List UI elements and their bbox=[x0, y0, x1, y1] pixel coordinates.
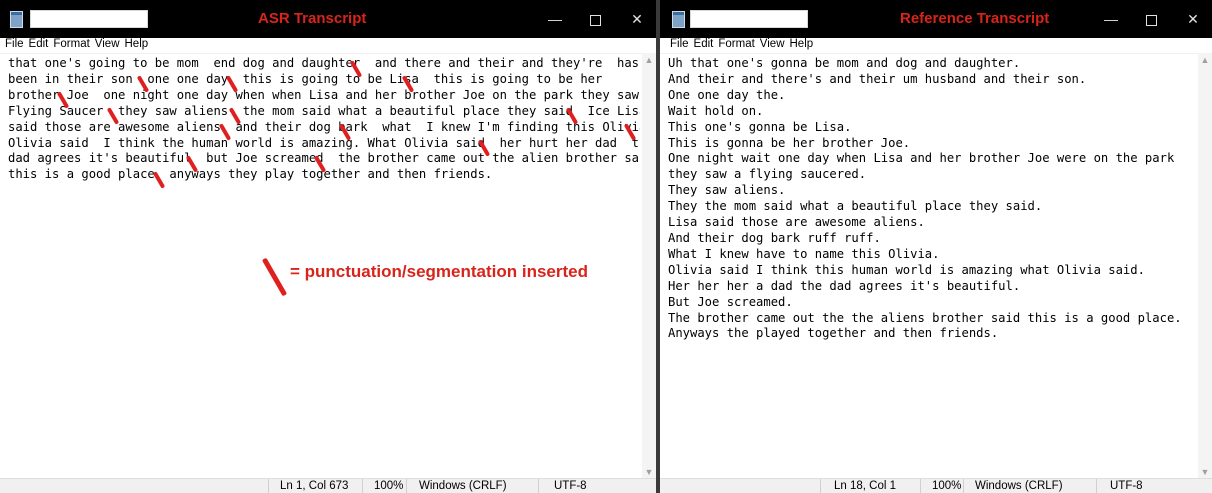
line-endings: Windows (CRLF) bbox=[419, 480, 507, 492]
menu-file[interactable]: File bbox=[670, 38, 689, 50]
text-editor[interactable]: Uh that one's gonna be mom and dog and d… bbox=[660, 53, 1198, 479]
close-icon: ✕ bbox=[631, 11, 643, 27]
notepad-icon bbox=[10, 11, 23, 28]
vertical-scrollbar[interactable]: ▲ ▼ bbox=[642, 53, 656, 479]
scroll-down-icon[interactable]: ▼ bbox=[1198, 465, 1212, 479]
maximize-button[interactable] bbox=[1128, 0, 1174, 38]
menu-help[interactable]: Help bbox=[790, 38, 814, 50]
maximize-button[interactable] bbox=[572, 0, 618, 38]
title-bar[interactable]: Reference Transcript — ✕ bbox=[660, 0, 1212, 38]
scroll-down-icon[interactable]: ▼ bbox=[642, 465, 656, 479]
title-bar[interactable]: ASR Transcript — ✕ bbox=[0, 0, 656, 38]
reference-notepad-window: Reference Transcript — ✕ File Edit Format V… bbox=[660, 0, 1212, 493]
maximize-icon bbox=[589, 14, 601, 26]
menu-view[interactable]: View bbox=[760, 38, 785, 50]
menu-edit[interactable]: Edit bbox=[29, 38, 49, 50]
zoom-level: 100% bbox=[374, 480, 404, 492]
legend-text: = punctuation/segmentation inserted bbox=[290, 262, 589, 281]
menu-file[interactable]: File bbox=[5, 38, 24, 50]
window-title: Reference Transcript bbox=[900, 10, 1050, 27]
menu-bar: File Edit Format View Help bbox=[0, 38, 656, 53]
maximize-icon bbox=[1145, 14, 1157, 26]
zoom-level: 100% bbox=[932, 480, 962, 492]
close-button[interactable]: ✕ bbox=[1170, 0, 1212, 38]
encoding: UTF-8 bbox=[554, 480, 587, 492]
status-bar: Ln 1, Col 673 100% Windows (CRLF) UTF-8 bbox=[0, 478, 656, 493]
encoding: UTF-8 bbox=[1110, 480, 1143, 492]
status-bar: Ln 18, Col 1 100% Windows (CRLF) UTF-8 bbox=[660, 478, 1212, 493]
menu-edit[interactable]: Edit bbox=[694, 38, 714, 50]
scroll-up-icon[interactable]: ▲ bbox=[642, 53, 656, 67]
notepad-icon bbox=[672, 11, 685, 28]
menu-bar: File Edit Format View Help bbox=[660, 38, 1212, 53]
close-icon: ✕ bbox=[1187, 11, 1199, 27]
window-title: ASR Transcript bbox=[258, 10, 367, 27]
scroll-up-icon[interactable]: ▲ bbox=[1198, 53, 1212, 67]
menu-format[interactable]: Format bbox=[718, 38, 754, 50]
menu-view[interactable]: View bbox=[95, 38, 120, 50]
filename-redacted-box bbox=[30, 10, 148, 28]
menu-format[interactable]: Format bbox=[53, 38, 89, 50]
menu-help[interactable]: Help bbox=[125, 38, 149, 50]
vertical-scrollbar[interactable]: ▲ ▼ bbox=[1198, 53, 1212, 479]
reference-transcript-text[interactable]: Uh that one's gonna be mom and dog and d… bbox=[668, 56, 1196, 479]
filename-redacted-box bbox=[690, 10, 808, 28]
minimize-icon: — bbox=[548, 11, 562, 27]
asr-notepad-window: ASR Transcript — ✕ File Edit Format View Hel… bbox=[0, 0, 656, 493]
cursor-position: Ln 18, Col 1 bbox=[834, 480, 897, 492]
minimize-icon: — bbox=[1104, 11, 1118, 27]
cursor-position: Ln 1, Col 673 bbox=[280, 480, 349, 492]
line-endings: Windows (CRLF) bbox=[975, 480, 1063, 492]
close-button[interactable]: ✕ bbox=[614, 0, 656, 38]
